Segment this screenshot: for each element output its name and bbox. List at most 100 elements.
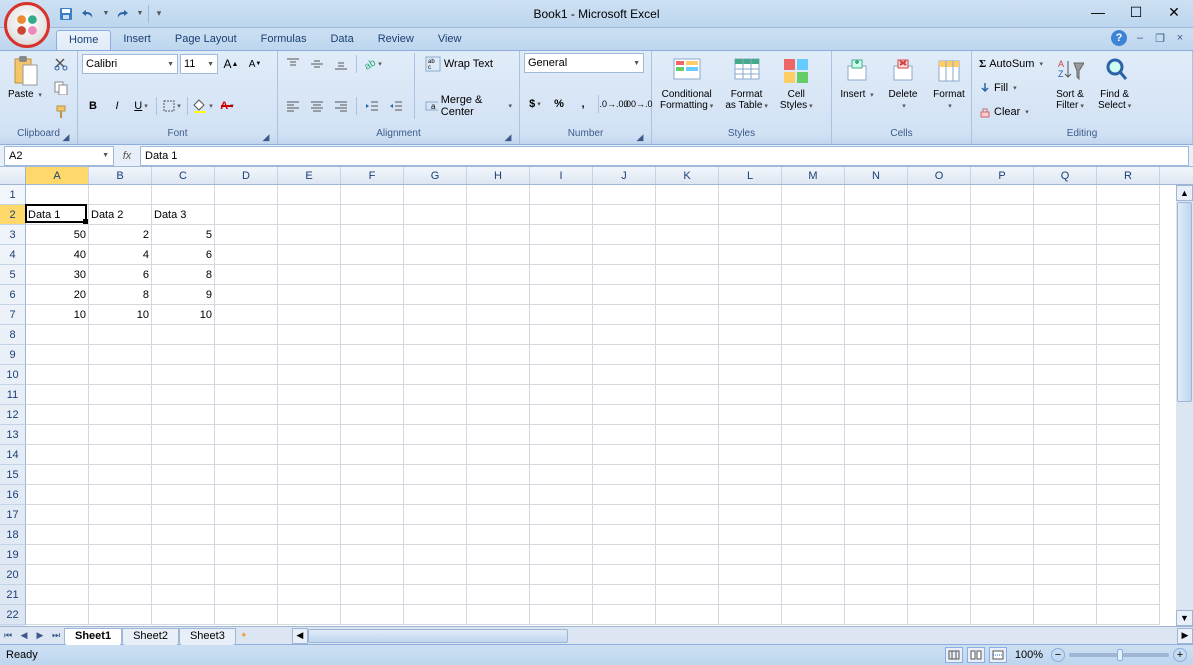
cell-R15[interactable] [1097, 465, 1160, 485]
fill-color-button[interactable]: ▾ [192, 95, 214, 117]
scroll-right-button[interactable]: ▶ [1177, 628, 1193, 644]
maximize-button[interactable]: ☐ [1121, 2, 1151, 22]
cell-M13[interactable] [782, 425, 845, 445]
help-button[interactable]: ? [1111, 30, 1127, 46]
cell-K12[interactable] [656, 405, 719, 425]
cell-D6[interactable] [215, 285, 278, 305]
cell-P17[interactable] [971, 505, 1034, 525]
cell-K17[interactable] [656, 505, 719, 525]
clear-button[interactable]: Clear▾ [976, 101, 1046, 123]
cell-B15[interactable] [89, 465, 152, 485]
cell-Q10[interactable] [1034, 365, 1097, 385]
sheet-tab-sheet2[interactable]: Sheet2 [122, 628, 179, 645]
row-header-5[interactable]: 5 [0, 265, 26, 285]
cell-O15[interactable] [908, 465, 971, 485]
cell-I17[interactable] [530, 505, 593, 525]
cell-M10[interactable] [782, 365, 845, 385]
cell-F3[interactable] [341, 225, 404, 245]
cell-O8[interactable] [908, 325, 971, 345]
cell-A19[interactable] [26, 545, 89, 565]
cell-O13[interactable] [908, 425, 971, 445]
cell-N21[interactable] [845, 585, 908, 605]
cell-F11[interactable] [341, 385, 404, 405]
row-header-21[interactable]: 21 [0, 585, 26, 605]
cell-L2[interactable] [719, 205, 782, 225]
row-header-18[interactable]: 18 [0, 525, 26, 545]
tab-review[interactable]: Review [366, 30, 426, 50]
cell-R1[interactable] [1097, 185, 1160, 205]
cell-O1[interactable] [908, 185, 971, 205]
cell-E14[interactable] [278, 445, 341, 465]
cell-K8[interactable] [656, 325, 719, 345]
cell-J20[interactable] [593, 565, 656, 585]
sheet-tab-sheet1[interactable]: Sheet1 [64, 628, 122, 645]
page-break-view-button[interactable] [989, 647, 1007, 663]
cell-N3[interactable] [845, 225, 908, 245]
col-header-P[interactable]: P [971, 167, 1034, 184]
cell-D19[interactable] [215, 545, 278, 565]
cell-H19[interactable] [467, 545, 530, 565]
cell-E6[interactable] [278, 285, 341, 305]
cell-D18[interactable] [215, 525, 278, 545]
accounting-format-button[interactable]: $▾ [524, 93, 546, 115]
fill-button[interactable]: Fill▾ [976, 77, 1046, 99]
cell-A17[interactable] [26, 505, 89, 525]
cell-R12[interactable] [1097, 405, 1160, 425]
cell-O2[interactable] [908, 205, 971, 225]
cell-N20[interactable] [845, 565, 908, 585]
cell-J2[interactable] [593, 205, 656, 225]
cell-Q2[interactable] [1034, 205, 1097, 225]
sheet-nav-next[interactable]: ▶ [32, 628, 48, 644]
cell-M11[interactable] [782, 385, 845, 405]
format-painter-button[interactable] [50, 101, 72, 123]
cell-G18[interactable] [404, 525, 467, 545]
align-bottom-button[interactable] [330, 53, 352, 75]
row-header-12[interactable]: 12 [0, 405, 26, 425]
cell-I22[interactable] [530, 605, 593, 625]
comma-format-button[interactable]: , [572, 93, 594, 115]
cell-D8[interactable] [215, 325, 278, 345]
cell-O18[interactable] [908, 525, 971, 545]
col-header-M[interactable]: M [782, 167, 845, 184]
row-header-22[interactable]: 22 [0, 605, 26, 625]
save-button[interactable] [56, 4, 76, 24]
cell-L5[interactable] [719, 265, 782, 285]
cell-B22[interactable] [89, 605, 152, 625]
cell-A16[interactable] [26, 485, 89, 505]
cell-L10[interactable] [719, 365, 782, 385]
cell-C11[interactable] [152, 385, 215, 405]
cell-J11[interactable] [593, 385, 656, 405]
cell-O14[interactable] [908, 445, 971, 465]
cell-A13[interactable] [26, 425, 89, 445]
zoom-level[interactable]: 100% [1015, 649, 1043, 661]
cell-H4[interactable] [467, 245, 530, 265]
cell-B18[interactable] [89, 525, 152, 545]
cell-D22[interactable] [215, 605, 278, 625]
cell-P20[interactable] [971, 565, 1034, 585]
tab-insert[interactable]: Insert [111, 30, 163, 50]
cell-D12[interactable] [215, 405, 278, 425]
cell-O20[interactable] [908, 565, 971, 585]
row-header-7[interactable]: 7 [0, 305, 26, 325]
border-button[interactable]: ▾ [161, 95, 183, 117]
cell-L15[interactable] [719, 465, 782, 485]
cell-M19[interactable] [782, 545, 845, 565]
cell-B7[interactable]: 10 [89, 305, 152, 325]
cell-B5[interactable]: 6 [89, 265, 152, 285]
cell-A15[interactable] [26, 465, 89, 485]
cell-L3[interactable] [719, 225, 782, 245]
cell-P21[interactable] [971, 585, 1034, 605]
cell-A2[interactable]: Data 1 [26, 205, 89, 225]
align-top-button[interactable] [282, 53, 304, 75]
cell-B21[interactable] [89, 585, 152, 605]
cell-N8[interactable] [845, 325, 908, 345]
cell-G14[interactable] [404, 445, 467, 465]
cell-D17[interactable] [215, 505, 278, 525]
cell-I20[interactable] [530, 565, 593, 585]
cell-P12[interactable] [971, 405, 1034, 425]
col-header-O[interactable]: O [908, 167, 971, 184]
cell-M6[interactable] [782, 285, 845, 305]
cell-H7[interactable] [467, 305, 530, 325]
close-button[interactable]: ✕ [1159, 2, 1189, 22]
cell-B20[interactable] [89, 565, 152, 585]
